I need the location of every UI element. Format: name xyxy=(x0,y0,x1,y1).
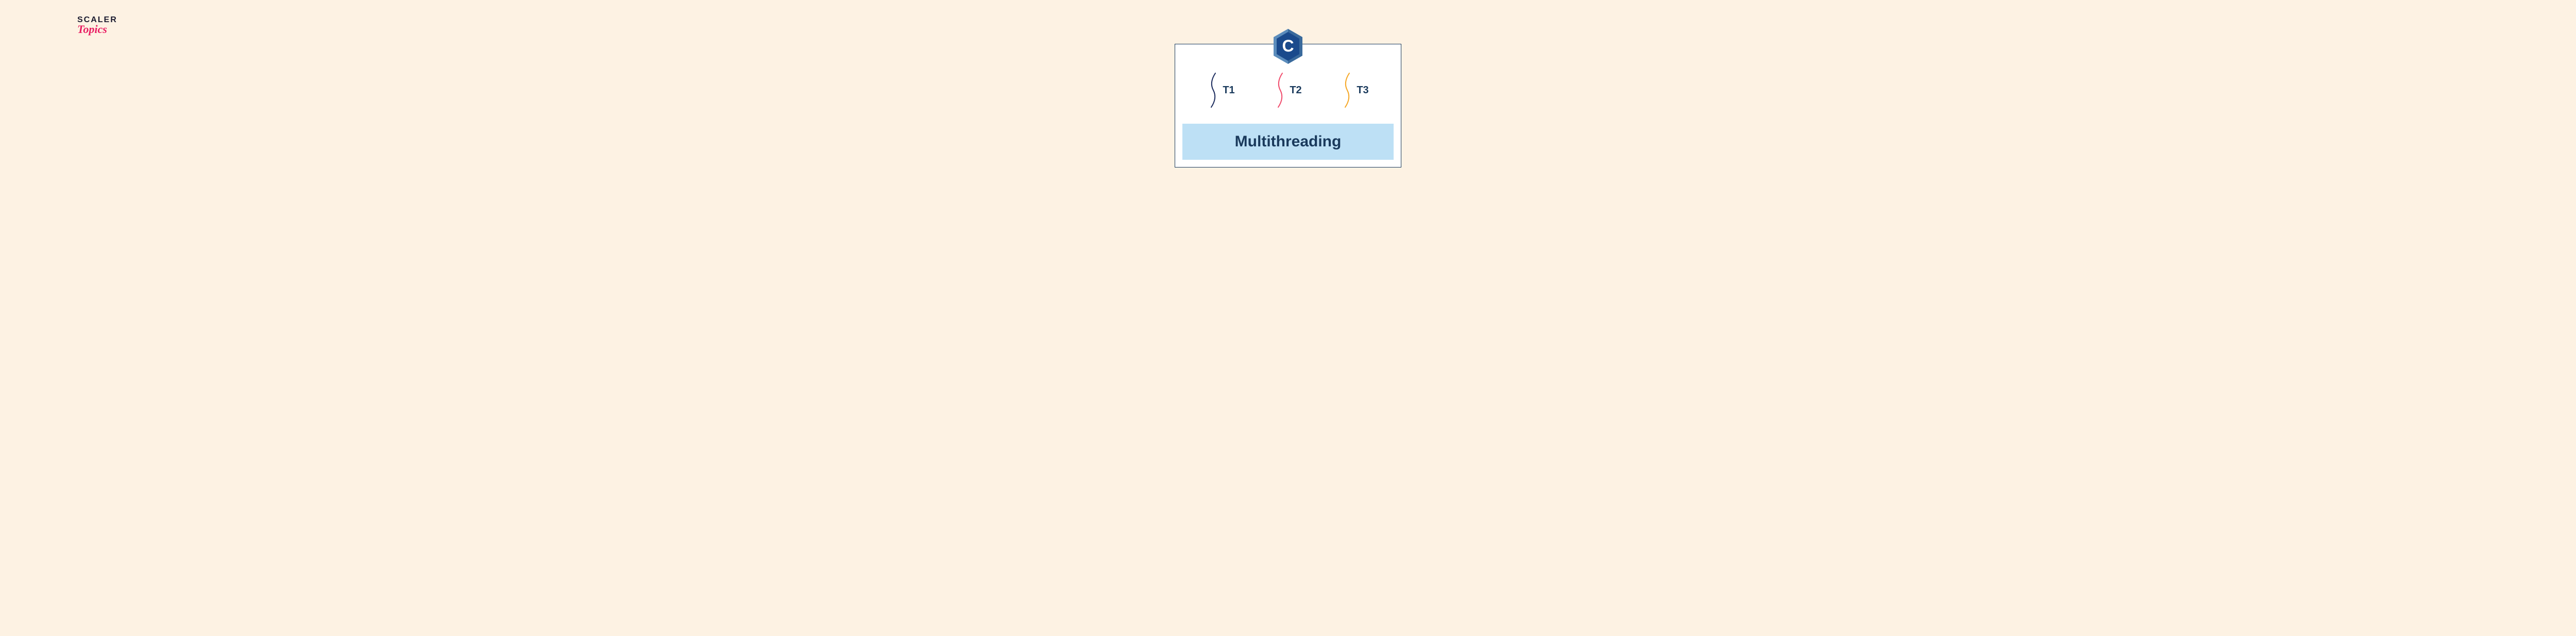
thread-1: T1 xyxy=(1207,72,1234,108)
diagram-title-box: Multithreading xyxy=(1182,124,1394,160)
thread-3: T3 xyxy=(1341,72,1368,108)
diagram-title: Multithreading xyxy=(1235,133,1342,150)
thread-label: T2 xyxy=(1290,85,1301,96)
threads-container: T1 T2 T3 xyxy=(1182,65,1394,124)
thread-curve-icon xyxy=(1341,72,1353,108)
thread-label: T1 xyxy=(1223,85,1234,96)
brand-logo: SCALER Topics xyxy=(77,15,117,36)
svg-text:C: C xyxy=(1282,37,1294,55)
thread-curve-icon xyxy=(1274,72,1286,108)
logo-topics-text: Topics xyxy=(77,23,107,36)
thread-curve-icon xyxy=(1207,72,1219,108)
thread-label: T3 xyxy=(1357,85,1368,96)
thread-2: T2 xyxy=(1274,72,1301,108)
c-language-icon: C xyxy=(1272,28,1304,65)
multithreading-diagram: C T1 T2 T3 Multithreading xyxy=(1175,44,1401,168)
